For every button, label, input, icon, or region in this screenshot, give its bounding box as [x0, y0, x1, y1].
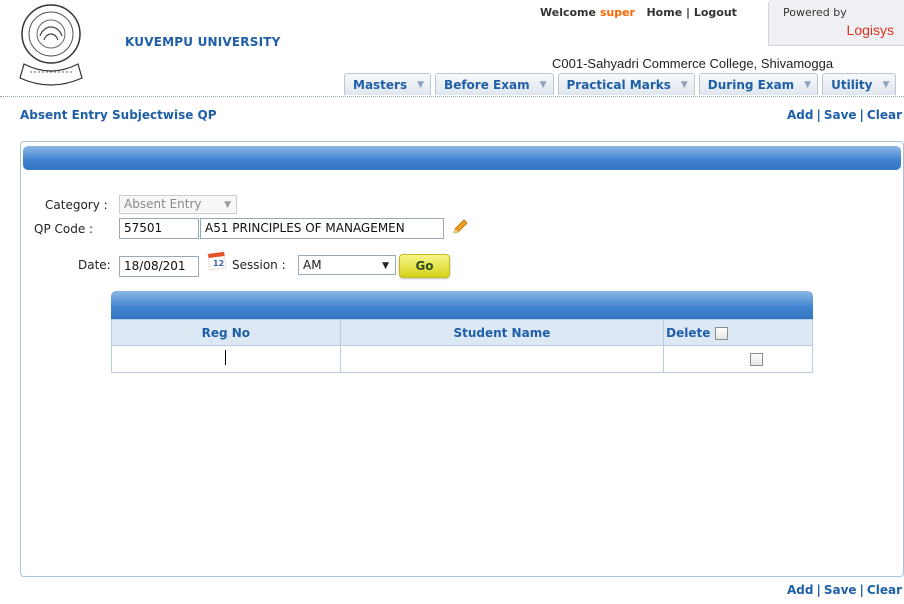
header-divider: [0, 96, 904, 97]
top-actions: Add | Save | Clear: [786, 108, 902, 122]
logout-link[interactable]: Logout: [694, 6, 737, 19]
main-menu: Masters ▼ Before Exam ▼ Practical Marks ▼ D…: [344, 73, 897, 95]
chevron-down-icon: ▼: [417, 79, 425, 90]
menu-utility[interactable]: Utility ▼: [822, 73, 897, 95]
save-link[interactable]: Save: [824, 583, 857, 597]
qp-code-label: QP Code :: [34, 222, 94, 236]
welcome-text: Welcome: [540, 6, 596, 19]
menu-masters[interactable]: Masters ▼: [344, 73, 432, 95]
col-student-name: Student Name: [339, 319, 665, 346]
grid-table: Reg No Student Name Delete: [111, 319, 813, 373]
clear-link[interactable]: Clear: [867, 108, 902, 122]
college-name: C001-Sahyadri Commerce College, Shivamog…: [552, 56, 834, 71]
menu-practical-marks[interactable]: Practical Marks ▼: [557, 73, 695, 95]
vendor-logo: Logisys: [846, 22, 894, 38]
powered-by-label: Powered by: [783, 6, 847, 19]
chevron-down-icon: ▼: [539, 79, 547, 90]
university-emblem-icon: [19, 4, 83, 86]
username: super: [599, 6, 635, 19]
chevron-down-icon: ▼: [224, 200, 231, 210]
delete-cell: [663, 345, 813, 373]
qp-name-input[interactable]: A51 PRINCIPLES OF MANAGEMEN: [200, 218, 444, 239]
delete-row-checkbox[interactable]: [749, 353, 763, 366]
student-name-cell: [339, 345, 665, 373]
date-input[interactable]: 18/08/201: [119, 256, 199, 277]
category-select[interactable]: Absent Entry ▼: [119, 195, 237, 214]
bottom-actions: Add | Save | Clear: [786, 583, 902, 597]
absent-entry-grid: Reg No Student Name Delete: [111, 291, 813, 375]
grid-header-row: Reg No Student Name Delete: [111, 319, 813, 346]
svg-text:12: 12: [213, 259, 224, 268]
save-link[interactable]: Save: [824, 108, 857, 122]
date-label: Date:: [78, 258, 111, 272]
university-name: KUVEMPU UNIVERSITY: [125, 35, 281, 49]
session-label: Session :: [232, 258, 286, 272]
calendar-icon[interactable]: 12: [206, 250, 228, 272]
page-title: Absent Entry Subjectwise QP: [20, 108, 217, 122]
grid-header-bar: [111, 291, 813, 319]
category-label: Category :: [45, 198, 108, 212]
text-cursor: [225, 350, 227, 365]
reg-no-cell[interactable]: [111, 345, 341, 373]
go-button[interactable]: Go: [399, 254, 450, 278]
home-link[interactable]: Home: [646, 6, 682, 19]
chevron-down-icon: ▼: [804, 79, 812, 90]
pencil-icon[interactable]: [451, 218, 469, 236]
menu-before-exam[interactable]: Before Exam ▼: [435, 73, 554, 95]
powered-by-box: Powered by Logisys: [768, 0, 904, 46]
delete-all-checkbox[interactable]: [714, 326, 728, 340]
clear-link[interactable]: Clear: [867, 583, 902, 597]
col-reg-no: Reg No: [111, 319, 341, 346]
chevron-down-icon: ▼: [382, 261, 389, 271]
qp-code-input[interactable]: 57501: [119, 218, 199, 239]
session-select[interactable]: AM ▼: [298, 255, 396, 275]
chevron-down-icon: ▼: [882, 79, 890, 90]
welcome-bar: Welcome super Home | Logout: [540, 6, 737, 19]
add-link[interactable]: Add: [787, 583, 813, 597]
menu-during-exam[interactable]: During Exam ▼: [698, 73, 819, 95]
chevron-down-icon: ▼: [680, 79, 688, 90]
add-link[interactable]: Add: [787, 108, 813, 122]
panel-header: [23, 146, 901, 170]
col-delete: Delete: [663, 319, 813, 346]
table-row: [111, 345, 813, 373]
